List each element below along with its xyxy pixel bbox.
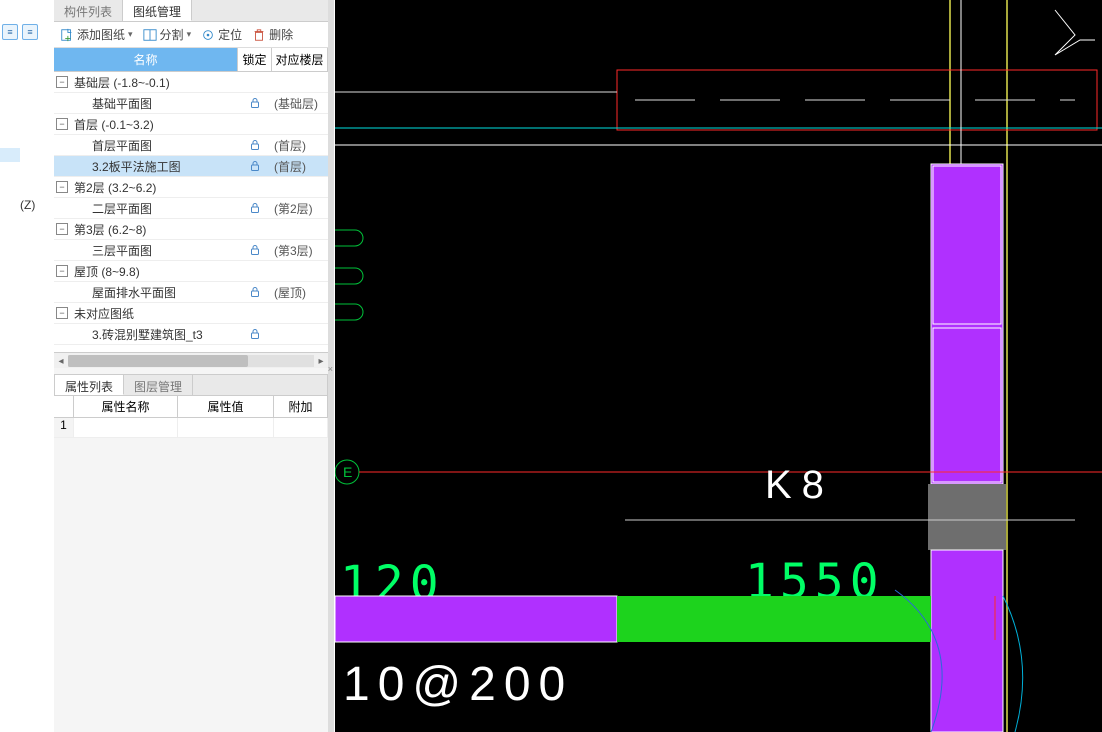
tree-label: 屋顶 (8~9.8)	[72, 263, 238, 280]
col-prop-value: 属性值	[178, 396, 274, 417]
tree-label: 未对应图纸	[72, 305, 238, 322]
prop-value-cell[interactable]	[178, 418, 274, 437]
lock-icon[interactable]	[238, 160, 272, 172]
scroll-left-icon[interactable]: ◂	[55, 355, 67, 367]
col-index	[54, 396, 74, 417]
col-prop-extra: 附加	[274, 396, 328, 417]
col-floor[interactable]: 对应楼层	[272, 48, 328, 71]
cad-viewport[interactable]: E K8 120 1550 10@200	[335, 0, 1102, 732]
dropdown-caret-icon: ▾	[187, 29, 192, 40]
tree-label: 基础平面图	[90, 95, 238, 112]
tab-properties[interactable]: 属性列表	[55, 375, 124, 395]
bottom-tabs: 属性列表 图层管理	[54, 374, 328, 396]
rebar-text: 10@200	[343, 658, 573, 711]
panel-resize-handle[interactable]: ×	[328, 0, 334, 732]
tree-label: 二层平面图	[90, 200, 238, 217]
tree-group[interactable]: −第2层 (3.2~6.2)	[54, 177, 328, 198]
property-row[interactable]: 1	[54, 418, 328, 438]
locate-icon	[201, 28, 215, 42]
col-prop-name: 属性名称	[74, 396, 178, 417]
scroll-thumb[interactable]	[68, 355, 248, 367]
tree-label: 首层 (-0.1~3.2)	[72, 116, 238, 133]
tab-component-list[interactable]: 构件列表	[54, 0, 123, 21]
row-index: 1	[54, 418, 74, 437]
split-button[interactable]: 分割 ▾	[143, 26, 192, 43]
k8-label: K8	[765, 463, 834, 507]
tree-label: 首层平面图	[90, 137, 238, 154]
prop-extra-cell[interactable]	[274, 418, 328, 437]
tree-label: 基础层 (-1.8~-0.1)	[72, 74, 238, 91]
list-alt-icon[interactable]: ≡	[22, 24, 38, 40]
tree-label: 3.2板平法施工图	[90, 158, 238, 175]
lock-icon[interactable]	[238, 202, 272, 214]
col-name[interactable]: 名称	[54, 48, 238, 71]
floor-cell: (屋顶)	[272, 284, 328, 301]
tree-group[interactable]: −未对应图纸	[54, 303, 328, 324]
tree-label: 第2层 (3.2~6.2)	[72, 179, 238, 196]
tree-item[interactable]: 首层平面图 (首层)	[54, 135, 328, 156]
tree-label: 三层平面图	[90, 242, 238, 259]
side-panel: 构件列表 图纸管理 添加图纸 ▾ 分割 ▾ 定位 删除 名称 锁定 对应楼层 −…	[54, 0, 329, 732]
collapse-icon[interactable]: −	[56, 118, 68, 130]
tree-group[interactable]: −首层 (-0.1~3.2)	[54, 114, 328, 135]
floor-cell: (基础层)	[272, 95, 328, 112]
split-label: 分割	[160, 26, 184, 43]
drawing-toolbar: 添加图纸 ▾ 分割 ▾ 定位 删除	[54, 22, 328, 48]
tree-label: 第3层 (6.2~8)	[72, 221, 238, 238]
collapse-icon[interactable]: −	[56, 181, 68, 193]
col-lock[interactable]: 锁定	[238, 48, 272, 71]
collapse-icon[interactable]: −	[56, 76, 68, 88]
tree-header: 名称 锁定 对应楼层	[54, 48, 328, 72]
locate-button[interactable]: 定位	[201, 26, 242, 43]
tab-drawing-manage[interactable]: 图纸管理	[123, 0, 192, 21]
tree-item[interactable]: 三层平面图 (第3层)	[54, 240, 328, 261]
horizontal-scrollbar[interactable]: ◂ ▸	[54, 352, 328, 368]
prop-name-cell[interactable]	[74, 418, 178, 437]
add-drawing-button[interactable]: 添加图纸 ▾	[60, 26, 133, 43]
property-body: 1	[54, 418, 328, 438]
delete-button[interactable]: 删除	[252, 26, 293, 43]
property-header: 属性名称 属性值 附加	[54, 396, 328, 418]
tree-group[interactable]: −基础层 (-1.8~-0.1)	[54, 72, 328, 93]
top-tabs: 构件列表 图纸管理	[54, 0, 328, 22]
axis-z-label: (Z)	[20, 198, 35, 212]
cad-drawing: E K8 120 1550 10@200	[335, 0, 1102, 732]
floor-cell: (首层)	[272, 137, 328, 154]
axis-e-label: E	[343, 464, 352, 480]
collapse-icon[interactable]: −	[56, 265, 68, 277]
lock-icon[interactable]	[238, 139, 272, 151]
tree-item[interactable]: 3.砖混别墅建筑图_t3	[54, 324, 328, 345]
close-icon[interactable]: ×	[328, 364, 333, 374]
tree-label: 屋面排水平面图	[90, 284, 238, 301]
left-selection-marker	[0, 148, 20, 162]
dropdown-caret-icon: ▾	[128, 29, 133, 40]
tree-label: 3.砖混别墅建筑图_t3	[90, 326, 238, 343]
drawing-tree[interactable]: −基础层 (-1.8~-0.1)基础平面图(基础层)−首层 (-0.1~3.2)…	[54, 72, 328, 352]
lock-icon[interactable]	[238, 328, 272, 340]
collapse-icon[interactable]: −	[56, 307, 68, 319]
lock-icon[interactable]	[238, 244, 272, 256]
split-icon	[143, 28, 157, 42]
scroll-right-icon[interactable]: ▸	[315, 355, 327, 367]
left-tool-strip: ≡ ≡ (Z)	[0, 0, 42, 732]
tree-group[interactable]: −屋顶 (8~9.8)	[54, 261, 328, 282]
floor-cell: (第3层)	[272, 242, 328, 259]
collapse-icon[interactable]: −	[56, 223, 68, 235]
tab-layers[interactable]: 图层管理	[124, 375, 193, 395]
trash-icon	[252, 28, 266, 42]
floor-cell: (第2层)	[272, 200, 328, 217]
list-icon[interactable]: ≡	[2, 24, 18, 40]
tree-item[interactable]: 二层平面图 (第2层)	[54, 198, 328, 219]
delete-label: 删除	[269, 26, 293, 43]
locate-label: 定位	[218, 26, 242, 43]
tree-item[interactable]: 基础平面图 (基础层)	[54, 93, 328, 114]
floor-cell: (首层)	[272, 158, 328, 175]
tree-item[interactable]: 屋面排水平面图 (屋顶)	[54, 282, 328, 303]
lock-icon[interactable]	[238, 286, 272, 298]
tree-item[interactable]: 3.2板平法施工图 (首层)	[54, 156, 328, 177]
add-icon	[60, 28, 74, 42]
lock-icon[interactable]	[238, 97, 272, 109]
tree-group[interactable]: −第3层 (6.2~8)	[54, 219, 328, 240]
add-drawing-label: 添加图纸	[77, 26, 125, 43]
